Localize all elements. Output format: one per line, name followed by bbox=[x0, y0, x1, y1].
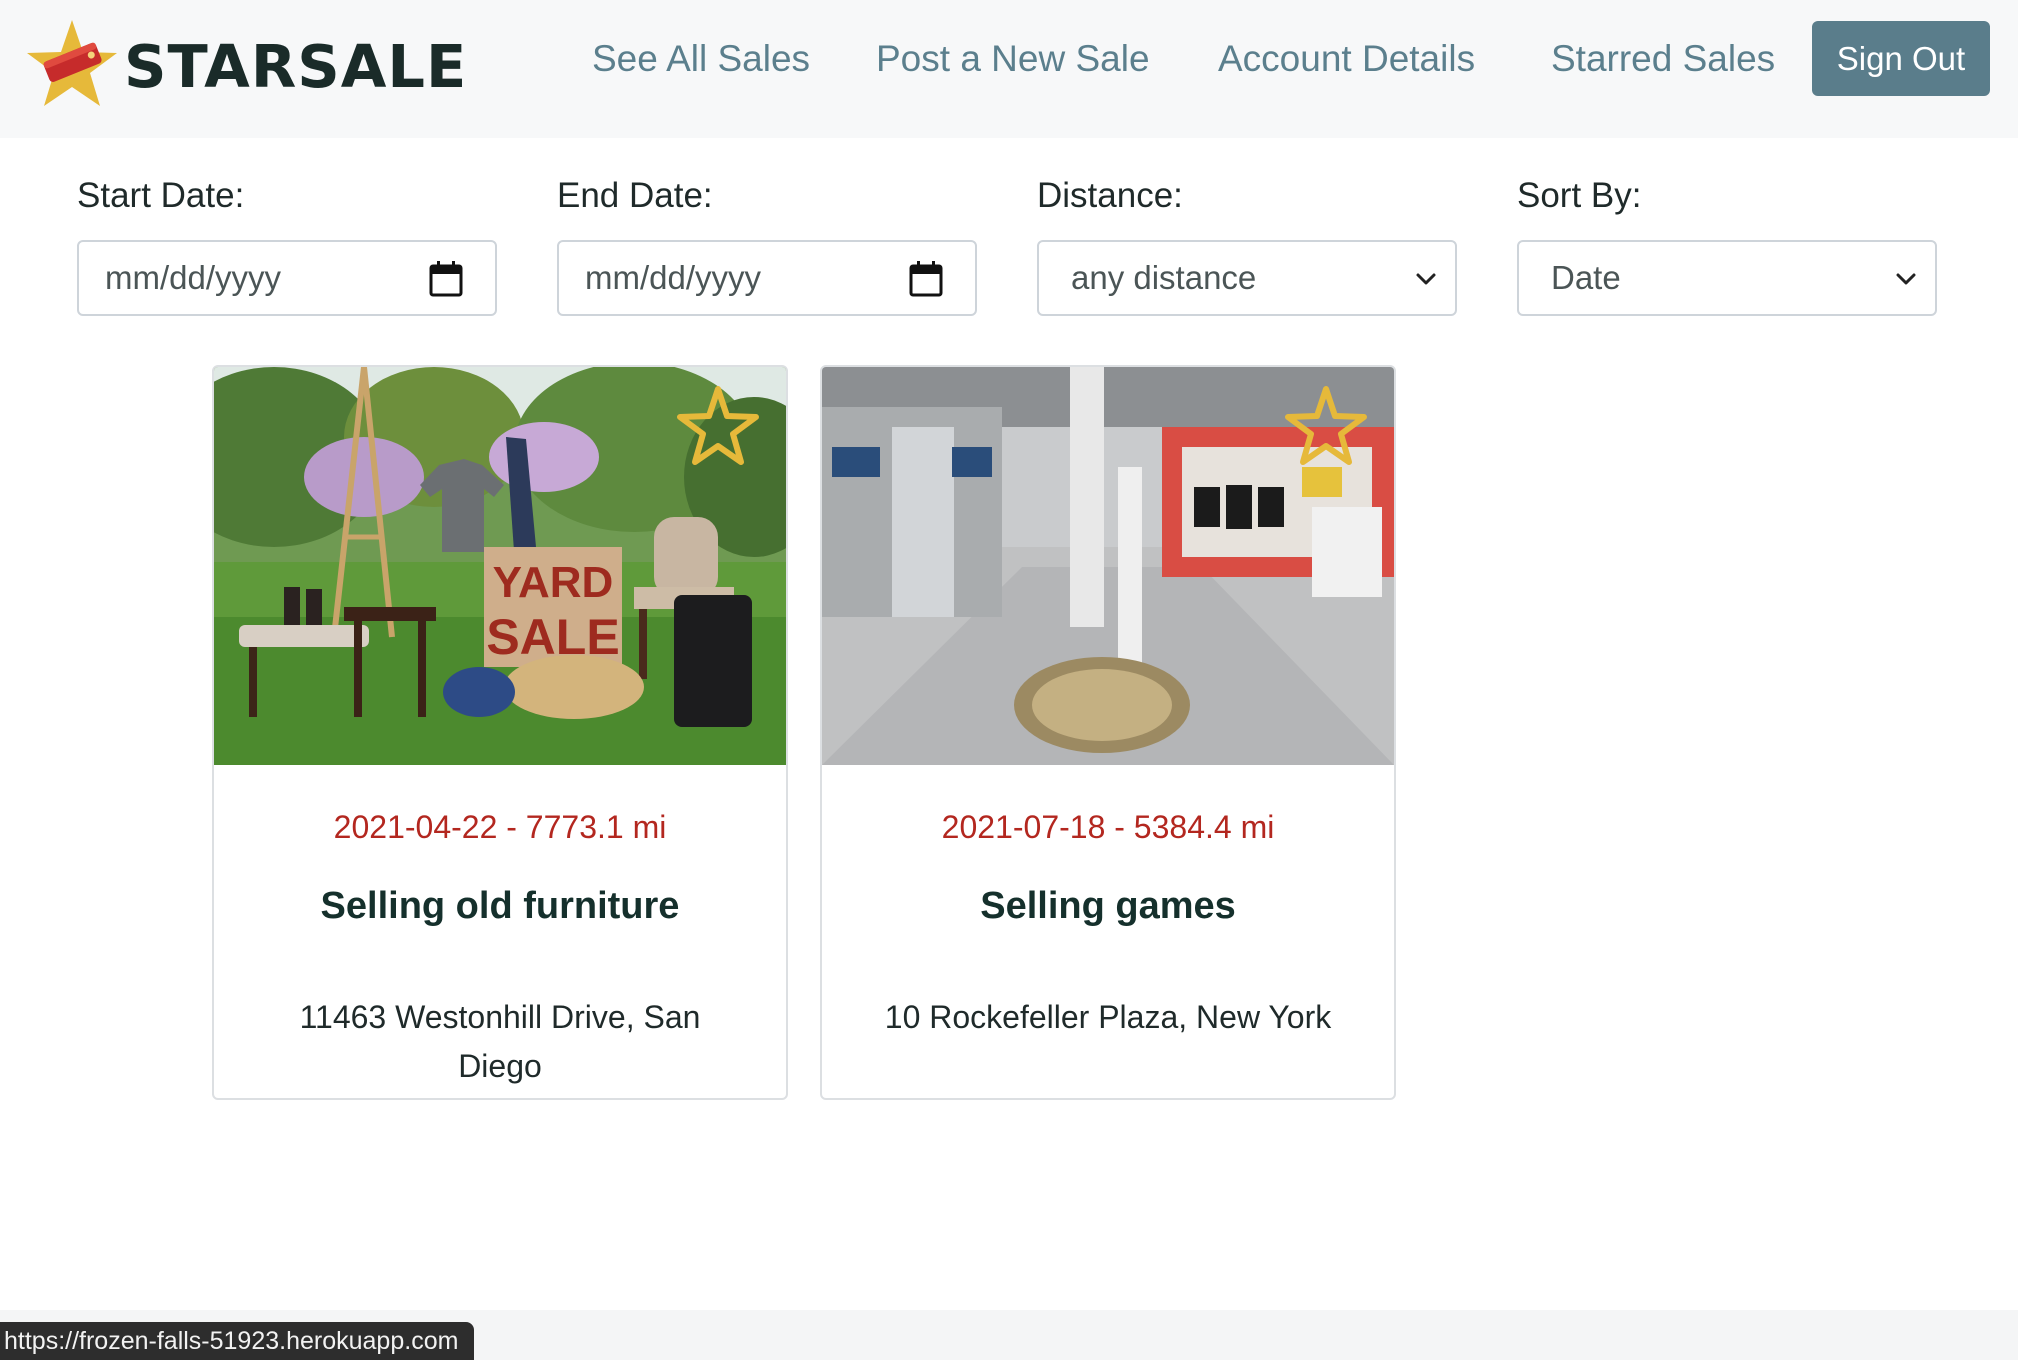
status-bar-url: https://frozen-falls-51923.herokuapp.com bbox=[0, 1322, 475, 1360]
nav-link-account-details[interactable]: Account Details bbox=[1218, 38, 1475, 80]
distance-label: Distance: bbox=[1037, 176, 1183, 215]
start-date-label: Start Date: bbox=[77, 176, 245, 215]
sale-title[interactable]: Selling old furniture bbox=[214, 885, 786, 928]
sale-title[interactable]: Selling games bbox=[822, 885, 1394, 928]
sale-card[interactable]: YARD SALE 2021-04-22 - 7773.1 mi Selling… bbox=[212, 365, 788, 1100]
brand-name: STARSALE bbox=[124, 31, 468, 101]
sale-card[interactable]: 2021-07-18 - 5384.4 mi Selling games 10 … bbox=[820, 365, 1396, 1100]
star-tag-logo-icon bbox=[27, 20, 117, 106]
sale-date-distance: 2021-04-22 - 7773.1 mi bbox=[333, 809, 667, 845]
star-icon[interactable] bbox=[1282, 383, 1370, 471]
sale-image-yard-sale[interactable]: YARD SALE bbox=[214, 367, 786, 765]
end-date-input[interactable]: mm/dd/yyyy bbox=[557, 240, 977, 316]
sale-date-distance: 2021-07-18 - 5384.4 mi bbox=[941, 809, 1275, 845]
yard-sale-sign-line1: YARD bbox=[493, 558, 614, 607]
chevron-down-icon bbox=[1416, 273, 1436, 285]
distance-select[interactable]: any distance bbox=[1037, 240, 1457, 316]
start-date-input[interactable]: mm/dd/yyyy bbox=[77, 240, 497, 316]
sale-image-game-store[interactable] bbox=[822, 367, 1394, 765]
navbar: STARSALE See All Sales Post a New Sale A… bbox=[0, 0, 2018, 138]
sort-by-selected-value: Date bbox=[1551, 259, 1621, 296]
sign-out-button[interactable]: Sign Out bbox=[1812, 21, 1990, 96]
nav-link-post-new-sale[interactable]: Post a New Sale bbox=[876, 38, 1150, 80]
chevron-down-icon bbox=[1896, 273, 1916, 285]
end-date-label: End Date: bbox=[557, 176, 713, 215]
calendar-icon[interactable] bbox=[909, 261, 943, 297]
distance-selected-value: any distance bbox=[1071, 259, 1257, 296]
brand-logo[interactable]: STARSALE bbox=[22, 16, 467, 116]
sale-address: 10 Rockefeller Plaza, New York bbox=[884, 999, 1332, 1035]
nav-link-see-all-sales[interactable]: See All Sales bbox=[592, 38, 810, 80]
end-date-placeholder: mm/dd/yyyy bbox=[585, 259, 762, 296]
nav-link-starred-sales[interactable]: Starred Sales bbox=[1551, 38, 1775, 80]
calendar-icon[interactable] bbox=[429, 261, 463, 297]
sort-by-select[interactable]: Date bbox=[1517, 240, 1937, 316]
sort-by-label: Sort By: bbox=[1517, 176, 1642, 215]
star-icon[interactable] bbox=[674, 383, 762, 471]
start-date-placeholder: mm/dd/yyyy bbox=[105, 259, 282, 296]
sale-address: 11463 Westonhill Drive, San Diego bbox=[299, 999, 701, 1084]
